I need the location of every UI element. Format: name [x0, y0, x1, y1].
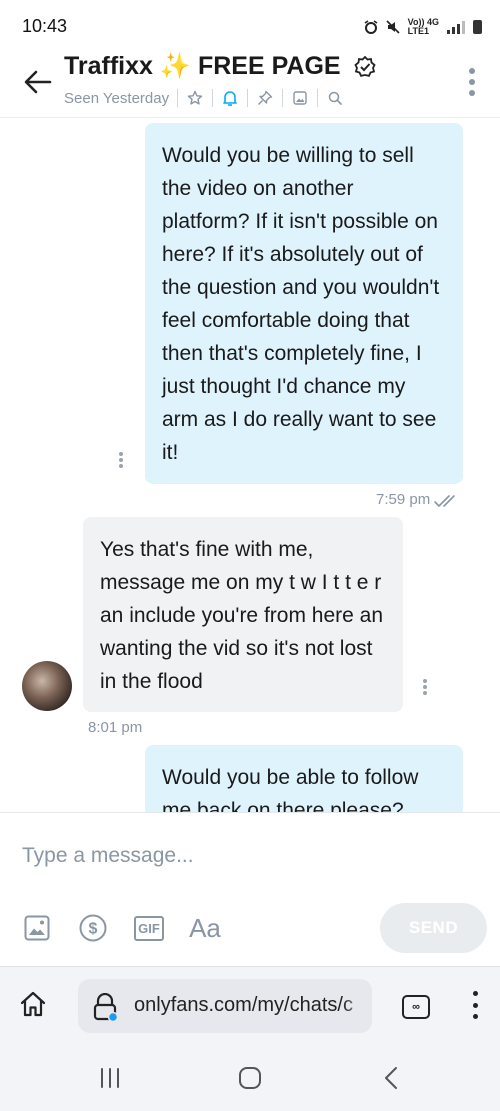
- url-text: onlyfans.com/my/chats/c: [134, 994, 353, 1016]
- chat-title-text: Traffixx ✨ FREE PAGE: [64, 52, 341, 80]
- divider: [177, 89, 179, 107]
- battery-icon: [473, 20, 482, 34]
- tabs-button[interactable]: ∞: [402, 995, 430, 1019]
- back-nav-button[interactable]: [380, 1066, 402, 1090]
- address-bar[interactable]: onlyfans.com/my/chats/c: [78, 979, 372, 1033]
- status-bar: 10:43 Vo)) 4G LTE1: [0, 0, 500, 44]
- header-sub-row: Seen Yesterday: [64, 89, 344, 107]
- search-icon[interactable]: [326, 89, 344, 107]
- message-composer: $ GIF Aa SEND: [0, 812, 500, 966]
- chevron-left-icon: [385, 1067, 397, 1089]
- gif-icon: GIF: [134, 915, 164, 941]
- more-options-icon[interactable]: [468, 68, 476, 96]
- divider: [247, 89, 249, 107]
- recent-apps-button[interactable]: [98, 1066, 122, 1090]
- bell-icon[interactable]: [221, 89, 239, 107]
- arrow-left-icon: [24, 70, 52, 94]
- chat-title[interactable]: Traffixx ✨ FREE PAGE: [64, 52, 376, 81]
- svg-text:$: $: [89, 921, 98, 938]
- avatar[interactable]: [22, 661, 72, 711]
- chat-messages[interactable]: Would you be willing to sell the video o…: [0, 118, 500, 812]
- system-nav-bar: [0, 1044, 500, 1111]
- attach-image-button[interactable]: [22, 911, 52, 945]
- gif-button[interactable]: GIF: [134, 911, 164, 945]
- message-time: 7:59 pm: [376, 491, 431, 508]
- network-label: Vo)) 4G LTE1: [407, 17, 439, 36]
- divider: [212, 89, 214, 107]
- star-icon[interactable]: [186, 89, 204, 107]
- dollar-icon: $: [79, 914, 107, 942]
- divider: [282, 89, 284, 107]
- text-format-icon: Aa: [189, 912, 221, 943]
- seen-status: Seen Yesterday: [64, 89, 170, 107]
- read-receipt-icon: [434, 495, 455, 507]
- recent-apps-icon: [101, 1068, 119, 1088]
- text-format-button[interactable]: Aa: [188, 911, 222, 945]
- message-input[interactable]: [22, 841, 462, 871]
- chat-header: Traffixx ✨ FREE PAGE Seen Yesterday: [0, 44, 500, 118]
- url-fade: [342, 979, 372, 1033]
- image-icon[interactable]: [291, 89, 309, 107]
- image-icon: [24, 915, 50, 941]
- lock-icon: [93, 993, 118, 1021]
- browser-toolbar: onlyfans.com/my/chats/c ∞: [0, 966, 500, 1044]
- message-menu-icon[interactable]: [423, 679, 427, 695]
- browser-menu-icon[interactable]: [472, 991, 478, 1019]
- back-button[interactable]: [22, 66, 54, 98]
- status-icons: Vo)) 4G LTE1: [364, 18, 482, 36]
- divider: [317, 89, 319, 107]
- home-icon[interactable]: [18, 989, 48, 1019]
- verified-icon: [353, 56, 376, 78]
- message-menu-icon[interactable]: [119, 452, 123, 468]
- message-time: 8:01 pm: [88, 719, 143, 736]
- alarm-icon: [364, 20, 378, 34]
- message-bubble-incoming[interactable]: Yes that's fine with me, message me on m…: [83, 517, 403, 712]
- message-bubble-outgoing[interactable]: Would you be able to follow me back on t…: [145, 745, 463, 812]
- message-bubble-outgoing[interactable]: Would you be willing to sell the video o…: [145, 123, 463, 484]
- send-button[interactable]: SEND: [380, 903, 487, 953]
- mute-icon: [386, 20, 400, 34]
- tip-button[interactable]: $: [78, 911, 108, 945]
- home-circle-icon: [239, 1067, 261, 1089]
- status-time: 10:43: [22, 16, 68, 36]
- pin-icon[interactable]: [256, 89, 274, 107]
- home-button[interactable]: [237, 1066, 263, 1090]
- signal-icon: [447, 20, 465, 34]
